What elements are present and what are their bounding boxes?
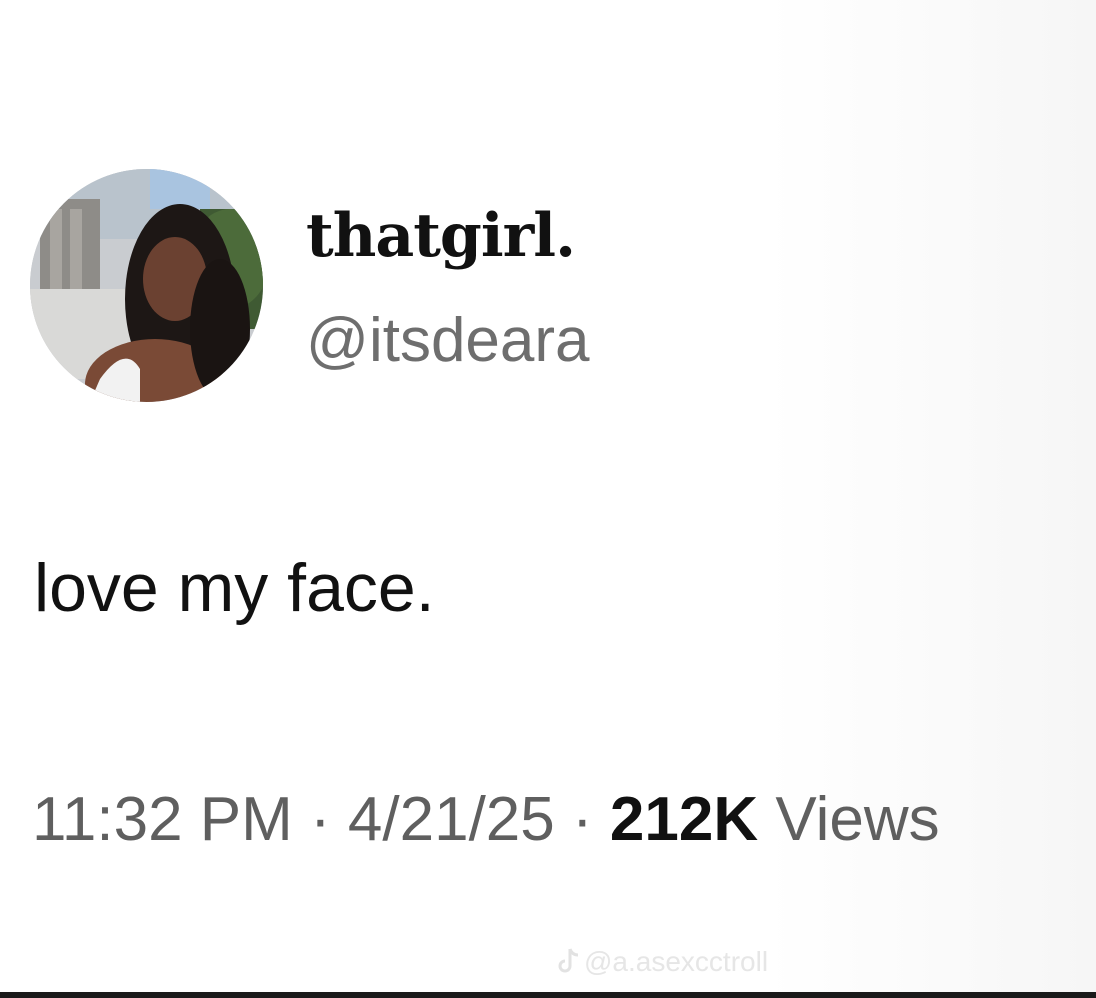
display-name[interactable]: thatgirl. <box>306 196 576 276</box>
tiktok-icon <box>556 946 580 974</box>
meta-separator: · <box>572 785 593 854</box>
avatar-photo <box>30 169 263 402</box>
tweet-time[interactable]: 11:32 PM <box>32 785 293 854</box>
views-count: 212K <box>609 785 759 854</box>
tweet-text: love my face. <box>34 550 435 626</box>
tweet-date[interactable]: 4/21/25 <box>348 785 555 854</box>
views-label: Views <box>775 785 940 854</box>
watermark: @a.asexcctroll <box>556 942 768 982</box>
meta-separator: · <box>310 785 331 854</box>
tweet-screenshot: thatgirl. @itsdeara love my face. 11:32 … <box>0 0 1096 998</box>
user-handle[interactable]: @itsdeara <box>306 303 590 379</box>
bottom-border <box>0 992 1096 998</box>
watermark-text: @a.asexcctroll <box>584 946 769 977</box>
avatar[interactable] <box>30 169 263 402</box>
tweet-meta: 11:32 PM · 4/21/25 · 212K Views <box>32 778 940 862</box>
